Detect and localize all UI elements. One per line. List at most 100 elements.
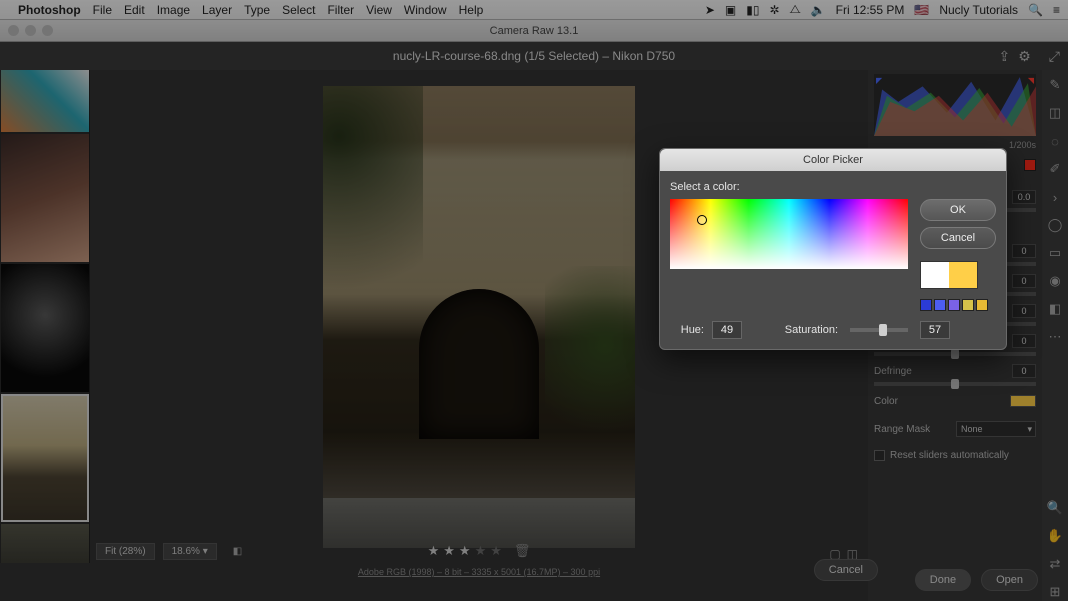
cc-icon[interactable]: ✲ (769, 3, 779, 17)
reset-sliders-label: Reset sliders automatically (890, 450, 1009, 461)
menubar-clock[interactable]: Fri 12:55 PM (836, 3, 905, 17)
done-button[interactable]: Done (915, 569, 971, 591)
overlay-swatch[interactable] (1024, 159, 1036, 171)
preset-swatch[interactable] (934, 299, 946, 311)
crop-tool-icon[interactable]: ◫ (1046, 104, 1064, 122)
filmstrip[interactable] (0, 70, 90, 563)
sharpness-value[interactable]: 0 (1012, 274, 1036, 288)
tool-rail: ✎ ◫ ◌ ✐ › ◯ ▭ ◉ ◧ ⋯ 🔍 ✋ ⇄ ⊞ (1042, 70, 1068, 601)
traffic-lights[interactable] (8, 25, 53, 36)
color-label: Color (874, 396, 898, 407)
share-icon[interactable]: ⇪ (999, 48, 1011, 65)
highlight-clip-icon[interactable]: ◥ (1028, 76, 1034, 85)
open-button[interactable]: Open (981, 569, 1038, 591)
shadow-clip-icon[interactable]: ◤ (876, 76, 882, 85)
menu-edit[interactable]: Edit (124, 3, 145, 17)
dialog-buttons: Cancel Done Open (915, 569, 1038, 591)
more-icon[interactable]: ⋯ (1046, 328, 1064, 346)
range-mask-select[interactable]: None▾ (956, 421, 1036, 437)
thumbnail[interactable] (1, 134, 89, 262)
screen-record-icon[interactable]: ▣ (725, 3, 736, 17)
star-icon[interactable]: ★ (428, 543, 440, 559)
settings-icon[interactable]: ⚙ (1018, 48, 1031, 65)
menu-view[interactable]: View (366, 3, 392, 17)
volume-icon[interactable]: 🔈 (811, 3, 826, 17)
toggle-tool-icon[interactable]: ⇄ (1046, 555, 1064, 573)
ok-button[interactable]: OK (920, 199, 996, 221)
moire-value[interactable]: 0 (1012, 334, 1036, 348)
hand-tool-icon[interactable]: ✋ (1046, 527, 1064, 545)
spectrum-picker-icon[interactable] (697, 215, 707, 225)
menu-help[interactable]: Help (459, 3, 484, 17)
saturation-input[interactable]: 57 (920, 321, 950, 339)
presets-icon[interactable]: ◧ (1046, 300, 1064, 318)
zoom-tool-icon[interactable]: 🔍 (1046, 499, 1064, 517)
defringe-value[interactable]: 0 (1012, 364, 1036, 378)
brush-tool-icon[interactable]: › (1046, 188, 1064, 206)
cancel-button[interactable]: Cancel (814, 559, 878, 581)
preset-swatch[interactable] (948, 299, 960, 311)
color-picker-prompt: Select a color: (670, 181, 996, 193)
cancel-button[interactable]: Cancel (920, 227, 996, 249)
minimize-window-icon[interactable] (25, 25, 36, 36)
hamburger-icon[interactable]: ≡ (1053, 3, 1060, 17)
menubar-account[interactable]: Nucly Tutorials (939, 3, 1018, 17)
spotlight-icon[interactable]: 🔍 (1028, 3, 1043, 17)
saturation-value[interactable]: 0 (1012, 244, 1036, 258)
saturation-slider[interactable] (850, 328, 908, 332)
radial-tool-icon[interactable]: ◯ (1046, 216, 1064, 234)
preset-swatch[interactable] (962, 299, 974, 311)
menu-file[interactable]: File (93, 3, 112, 17)
grid-tool-icon[interactable]: ⊞ (1046, 583, 1064, 601)
edit-tool-icon[interactable]: ✎ (1046, 76, 1064, 94)
moire-slider[interactable] (874, 352, 1036, 356)
battery-icon[interactable]: ▮▯ (746, 3, 759, 17)
location-icon[interactable]: ➤ (705, 3, 715, 17)
hue-input[interactable]: 49 (712, 321, 742, 339)
redeye-tool-icon[interactable]: ◉ (1046, 272, 1064, 290)
menu-type[interactable]: Type (244, 3, 270, 17)
menu-select[interactable]: Select (282, 3, 315, 17)
menu-window[interactable]: Window (404, 3, 447, 17)
eyedropper-tool-icon[interactable]: ✐ (1046, 160, 1064, 178)
menu-image[interactable]: Image (157, 3, 190, 17)
app-name[interactable]: Photoshop (18, 3, 81, 17)
reset-sliders-checkbox[interactable] (874, 450, 885, 461)
preset-swatch[interactable] (920, 299, 932, 311)
star-icon[interactable]: ★ (490, 543, 502, 559)
zoom-window-icon[interactable] (42, 25, 53, 36)
color-spectrum[interactable] (670, 199, 908, 269)
menu-filter[interactable]: Filter (327, 3, 354, 17)
preset-swatches (920, 299, 996, 311)
trash-icon[interactable]: 🗑 (514, 543, 531, 559)
thumbnail[interactable] (1, 264, 89, 392)
document-header: nucly-LR-course-68.dng (1/5 Selected) – … (0, 42, 1068, 70)
macos-menubar: Photoshop File Edit Image Layer Type Sel… (0, 0, 1068, 20)
color-picker-title: Color Picker (660, 149, 1006, 171)
defringe-slider[interactable] (874, 382, 1036, 386)
thumbnail[interactable] (1, 70, 89, 132)
star-icon[interactable]: ★ (443, 543, 455, 559)
menu-layer[interactable]: Layer (202, 3, 232, 17)
thumbnail[interactable] (1, 524, 89, 563)
hue-label: Hue: (670, 324, 704, 336)
hue-value[interactable]: 0.0 (1012, 190, 1036, 204)
image-info-link[interactable]: Adobe RGB (1998) – 8 bit – 3335 x 5001 (… (90, 563, 868, 581)
gradient-tool-icon[interactable]: ▭ (1046, 244, 1064, 262)
window-titlebar: Camera Raw 13.1 (0, 20, 1068, 42)
chevron-down-icon: ▾ (1027, 424, 1032, 435)
noise-value[interactable]: 0 (1012, 304, 1036, 318)
star-icon[interactable]: ★ (459, 543, 471, 559)
thumbnail-selected[interactable] (1, 394, 89, 522)
heal-tool-icon[interactable]: ◌ (1046, 132, 1064, 150)
expand-icon[interactable]: ⤢ (1049, 48, 1060, 65)
color-swatch[interactable] (1010, 395, 1036, 407)
rating-bar: ★ ★ ★ ★ ★ 🗑 (90, 539, 868, 563)
preset-swatch[interactable] (976, 299, 988, 311)
color-compare-swatch (920, 261, 978, 289)
star-icon[interactable]: ★ (475, 543, 487, 559)
close-window-icon[interactable] (8, 25, 19, 36)
flag-icon[interactable]: 🇺🇸 (914, 3, 929, 17)
wifi-icon[interactable]: ⧍ (790, 2, 801, 17)
histogram[interactable]: ◤ ◥ (874, 74, 1036, 136)
